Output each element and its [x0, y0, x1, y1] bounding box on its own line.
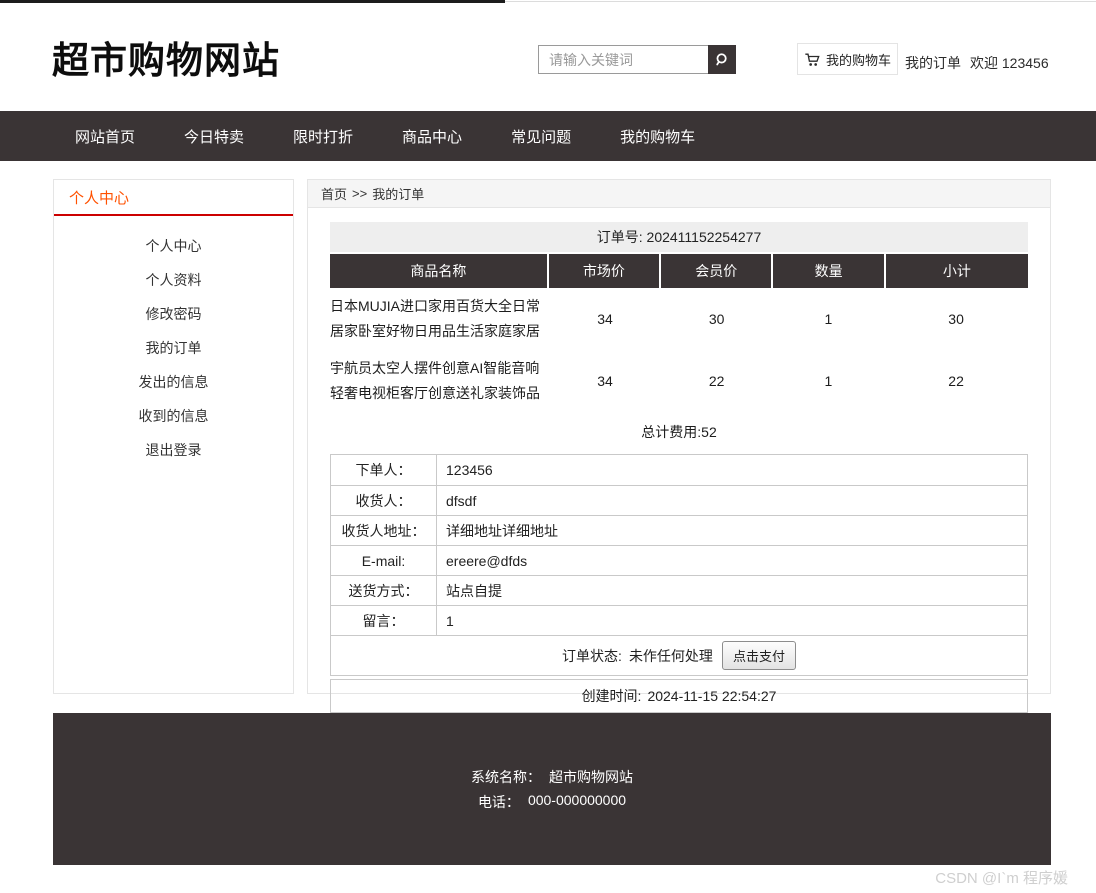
- order-info-row: 下单人： 123456: [331, 455, 1027, 485]
- sidebar-item-personal-center[interactable]: 个人中心: [54, 229, 293, 263]
- sidebar-item-logout[interactable]: 退出登录: [54, 433, 293, 467]
- pay-button[interactable]: 点击支付: [722, 641, 796, 670]
- order-total: 总计费用:52: [330, 422, 1028, 442]
- product-member-price: 30: [661, 311, 773, 327]
- created-time-label: 创建时间:: [582, 686, 642, 706]
- product-name: 日本MUJIA进口家用百货大全日常居家卧室好物日用品生活家庭家居: [330, 294, 549, 344]
- product-quantity: 1: [773, 373, 885, 389]
- site-header: 超市购物网站 我的购物车 我的订单 欢迎 123456: [0, 2, 1096, 111]
- magnifier-icon: [714, 52, 730, 68]
- product-row: 日本MUJIA进口家用百货大全日常居家卧室好物日用品生活家庭家居 34 30 1…: [330, 288, 1028, 350]
- address-label: 收货人地址：: [331, 516, 437, 545]
- my-orders-link[interactable]: 我的订单: [905, 53, 961, 73]
- footer-system-name-line: 系统名称： 超市购物网站: [471, 767, 633, 787]
- product-subtotal: 22: [884, 373, 1028, 389]
- email-label: E-mail:: [331, 546, 437, 575]
- product-member-price: 22: [661, 373, 773, 389]
- footer-phone-line: 电话： 000-000000000: [478, 792, 626, 812]
- nav-item-cart[interactable]: 我的购物车: [620, 126, 695, 147]
- order-status-value: 未作任何处理: [629, 646, 713, 666]
- header-product-name: 商品名称: [330, 254, 547, 288]
- nav-item-faq[interactable]: 常见问题: [511, 126, 571, 147]
- product-market-price: 34: [549, 311, 661, 327]
- sidebar-title: 个人中心: [54, 180, 293, 216]
- main-panel: 首页 >> 我的订单 订单号: 202411152254277 商品名称 市场价…: [307, 179, 1051, 694]
- header-links: 我的订单 欢迎 123456: [905, 53, 1049, 73]
- order-number-bar: 订单号: 202411152254277: [330, 222, 1028, 252]
- breadcrumb-separator: >>: [352, 186, 367, 201]
- phone-value: 000-000000000: [528, 792, 626, 812]
- product-quantity: 1: [773, 311, 885, 327]
- phone-label: 电话：: [478, 792, 520, 812]
- product-subtotal: 30: [884, 311, 1028, 327]
- site-title: 超市购物网站: [52, 30, 280, 84]
- consignee-label: 收货人：: [331, 486, 437, 515]
- order-info-row: 送货方式： 站点自提: [331, 575, 1027, 605]
- order-info-row: E-mail: ereere@dfds: [331, 545, 1027, 575]
- order-detail-section: 订单号: 202411152254277 商品名称 市场价 会员价 数量 小计 …: [330, 222, 1028, 713]
- welcome-user-link[interactable]: 欢迎 123456: [970, 53, 1049, 73]
- order-info-row: 收货人： dfsdf: [331, 485, 1027, 515]
- breadcrumb-current: 我的订单: [372, 184, 424, 203]
- message-label: 留言：: [331, 606, 437, 635]
- content-area: 个人中心 个人中心 个人资料 修改密码 我的订单 发出的信息 收到的信息 退出登…: [53, 179, 1051, 694]
- orderer-value: 123456: [437, 455, 1027, 485]
- consignee-value: dfsdf: [437, 486, 1027, 515]
- nav-item-product-center[interactable]: 商品中心: [402, 126, 462, 147]
- cart-button[interactable]: 我的购物车: [797, 43, 898, 75]
- csdn-watermark: CSDN @I`m 程序媛: [935, 867, 1068, 888]
- product-table: 商品名称 市场价 会员价 数量 小计 日本MUJIA进口家用百货大全日常居家卧室…: [330, 254, 1028, 412]
- message-value: 1: [437, 606, 1027, 635]
- nav-item-daily-deals[interactable]: 今日特卖: [184, 126, 244, 147]
- header-market-price: 市场价: [549, 254, 659, 288]
- delivery-method-value: 站点自提: [437, 576, 1027, 605]
- sidebar-menu: 个人中心 个人资料 修改密码 我的订单 发出的信息 收到的信息 退出登录: [54, 216, 293, 467]
- system-name-value: 超市购物网站: [549, 767, 633, 787]
- address-value: 详细地址详细地址: [437, 516, 1027, 545]
- cart-button-label: 我的购物车: [826, 50, 891, 69]
- email-value: ereere@dfds: [437, 546, 1027, 575]
- system-name-label: 系统名称：: [471, 767, 541, 787]
- product-row: 宇航员太空人摆件创意AI智能音响轻奢电视柜客厅创意送礼家装饰品 34 22 1 …: [330, 350, 1028, 412]
- created-time-value: 2024-11-15 22:54:27: [647, 688, 776, 704]
- order-info-row: 收货人地址： 详细地址详细地址: [331, 515, 1027, 545]
- product-market-price: 34: [549, 373, 661, 389]
- breadcrumb-home-link[interactable]: 首页: [321, 184, 347, 203]
- sidebar-item-my-orders[interactable]: 我的订单: [54, 331, 293, 365]
- header-quantity: 数量: [773, 254, 883, 288]
- search-input[interactable]: [538, 45, 708, 74]
- order-status-label: 订单状态:: [562, 646, 622, 666]
- top-artifact-bar: [0, 0, 505, 3]
- order-created-row: 创建时间: 2024-11-15 22:54:27: [330, 679, 1028, 713]
- header-subtotal: 小计: [886, 254, 1028, 288]
- order-info-table: 下单人： 123456 收货人： dfsdf 收货人地址： 详细地址详细地址 E…: [330, 454, 1028, 676]
- order-status-row: 订单状态: 未作任何处理 点击支付: [331, 635, 1027, 675]
- nav-item-home[interactable]: 网站首页: [75, 126, 135, 147]
- main-nav: 网站首页 今日特卖 限时打折 商品中心 常见问题 我的购物车: [0, 111, 1096, 161]
- product-table-header: 商品名称 市场价 会员价 数量 小计: [330, 254, 1028, 288]
- sidebar: 个人中心 个人中心 个人资料 修改密码 我的订单 发出的信息 收到的信息 退出登…: [53, 179, 294, 694]
- nav-item-limited-discount[interactable]: 限时打折: [293, 126, 353, 147]
- sidebar-item-change-password[interactable]: 修改密码: [54, 297, 293, 331]
- orderer-label: 下单人：: [331, 455, 437, 485]
- product-name: 宇航员太空人摆件创意AI智能音响轻奢电视柜客厅创意送礼家装饰品: [330, 356, 549, 406]
- search-button[interactable]: [708, 45, 736, 74]
- cart-icon: [804, 52, 820, 67]
- search-bar: [538, 45, 736, 74]
- order-info-row: 留言： 1: [331, 605, 1027, 635]
- delivery-method-label: 送货方式：: [331, 576, 437, 605]
- site-footer: 系统名称： 超市购物网站 电话： 000-000000000: [53, 713, 1051, 865]
- sidebar-item-sent-messages[interactable]: 发出的信息: [54, 365, 293, 399]
- sidebar-item-received-messages[interactable]: 收到的信息: [54, 399, 293, 433]
- sidebar-item-profile[interactable]: 个人资料: [54, 263, 293, 297]
- header-member-price: 会员价: [661, 254, 771, 288]
- breadcrumb: 首页 >> 我的订单: [308, 180, 1050, 208]
